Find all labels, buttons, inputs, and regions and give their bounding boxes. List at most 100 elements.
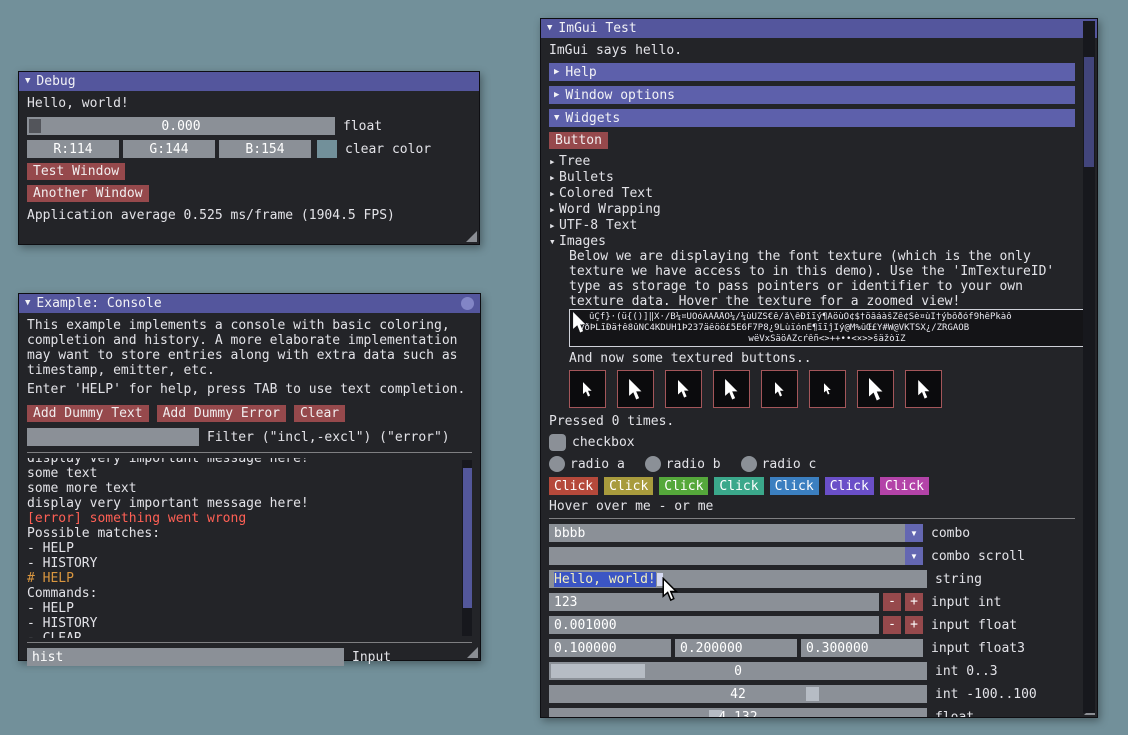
log-line: some text: [27, 466, 472, 481]
header-help[interactable]: ▶ Help: [549, 63, 1075, 81]
debug-titlebar[interactable]: ▼ Debug: [19, 72, 479, 91]
log-line: - HISTORY: [27, 616, 472, 631]
radio-c[interactable]: radio c: [741, 456, 817, 472]
int-slider-neg100-100[interactable]: 42: [549, 685, 927, 703]
combo-value-frame[interactable]: [549, 547, 905, 565]
textured-buttons-caption: And now some textured buttons..: [569, 351, 1075, 366]
click-button-7[interactable]: Click: [880, 477, 929, 495]
image-button[interactable]: [857, 370, 894, 408]
pressed-counter-text: Pressed 0 times.: [549, 414, 1075, 429]
float3-input-x[interactable]: 0.100000: [549, 639, 671, 657]
color-g-drag[interactable]: G:144: [123, 140, 215, 158]
log-line: Possible matches:: [27, 526, 472, 541]
click-button-2[interactable]: Click: [604, 477, 653, 495]
increment-button[interactable]: +: [905, 616, 923, 634]
collapse-arrow-icon[interactable]: ▼: [547, 24, 552, 33]
combo-value-frame[interactable]: bbbb: [549, 524, 905, 542]
scrollbar-grab[interactable]: [1084, 57, 1094, 167]
image-button[interactable]: [665, 370, 702, 408]
string-input[interactable]: Hello, world!: [549, 570, 927, 588]
resize-grip[interactable]: [466, 231, 477, 242]
log-line: Commands:: [27, 586, 472, 601]
test-titlebar[interactable]: ▼ ImGui Test: [541, 19, 1097, 38]
radio-b[interactable]: radio b: [645, 456, 721, 472]
demo-button[interactable]: Button: [549, 132, 608, 149]
another-window-button[interactable]: Another Window: [27, 185, 149, 202]
click-button-6[interactable]: Click: [825, 477, 874, 495]
close-button[interactable]: [461, 297, 474, 310]
header-window-options[interactable]: ▶ Window options: [549, 86, 1075, 104]
float-slider[interactable]: 0.000: [27, 117, 335, 135]
float-slider[interactable]: 4.132: [549, 708, 927, 717]
decrement-button[interactable]: -: [883, 616, 901, 634]
checkbox-row: checkbox: [549, 434, 1075, 451]
image-button[interactable]: [569, 370, 606, 408]
add-dummy-text-button[interactable]: Add Dummy Text: [27, 405, 149, 422]
image-button[interactable]: [713, 370, 750, 408]
cursor-glyph-icon: [775, 382, 784, 397]
radio-a[interactable]: radio a: [549, 456, 625, 472]
decrement-button[interactable]: -: [883, 593, 901, 611]
combo-arrow-button[interactable]: ▼: [905, 524, 923, 542]
resize-grip[interactable]: [467, 647, 478, 658]
window-title: Example: Console: [36, 296, 161, 311]
test-window-button[interactable]: Test Window: [27, 163, 125, 180]
image-button[interactable]: [905, 370, 942, 408]
combo-scroll-label: combo scroll: [931, 549, 1025, 564]
radio-circle[interactable]: [741, 456, 757, 472]
plus-icon: +: [910, 617, 918, 632]
int-slider-0-3[interactable]: 0: [549, 662, 927, 680]
tree-node-label: UTF-8 Text: [559, 218, 637, 233]
clear-button[interactable]: Clear: [294, 405, 345, 422]
tree-node-bullets[interactable]: ▸ Bullets: [549, 169, 1075, 185]
click-button-1[interactable]: Click: [549, 477, 598, 495]
image-button[interactable]: [809, 370, 846, 408]
tree-node-word-wrapping[interactable]: ▸ Word Wrapping: [549, 201, 1075, 217]
tree-node-images[interactable]: ▾ Images: [549, 233, 1075, 249]
console-titlebar[interactable]: ▼ Example: Console: [19, 294, 480, 313]
tree-node-colored-text[interactable]: ▸ Colored Text: [549, 185, 1075, 201]
radio-circle[interactable]: [549, 456, 565, 472]
console-log-region[interactable]: display very important message here! som…: [27, 458, 472, 638]
click-button-4[interactable]: Click: [714, 477, 763, 495]
hover-over-me-text[interactable]: Hover over me - or me: [549, 499, 1075, 514]
header-widgets[interactable]: ▼ Widgets: [549, 109, 1075, 127]
textured-buttons-row: [569, 370, 1075, 408]
collapse-arrow-icon[interactable]: ▼: [25, 77, 30, 86]
scrollbar-grab[interactable]: [463, 468, 472, 608]
color-r-drag[interactable]: R:114: [27, 140, 119, 158]
float-input[interactable]: 0.001000: [549, 616, 879, 634]
increment-button[interactable]: +: [905, 593, 923, 611]
add-dummy-error-button[interactable]: Add Dummy Error: [157, 405, 286, 422]
radio-circle[interactable]: [645, 456, 661, 472]
filter-input[interactable]: [27, 428, 199, 446]
checkbox[interactable]: [549, 434, 566, 451]
float3-input-y[interactable]: 0.200000: [675, 639, 797, 657]
intro-line: may want to store entries along with ext…: [27, 348, 472, 363]
combo[interactable]: bbbb ▼: [549, 524, 923, 542]
scrollbar-track[interactable]: [1083, 21, 1095, 713]
clear-color-swatch[interactable]: [317, 140, 337, 158]
image-button[interactable]: [761, 370, 798, 408]
combo-row: bbbb ▼ combo: [549, 524, 1075, 542]
click-button-3[interactable]: Click: [659, 477, 708, 495]
debug-window: ▼ Debug Hello, world! 0.000 float R:114 …: [18, 71, 480, 245]
click-button-5[interactable]: Click: [770, 477, 819, 495]
combo-arrow-button[interactable]: ▼: [905, 547, 923, 565]
tree-node-tree[interactable]: ▸ Tree: [549, 153, 1075, 169]
console-content: This example implements a console with b…: [19, 313, 480, 676]
images-text: type as storage to pass pointers or iden…: [569, 279, 1075, 294]
combo-scroll[interactable]: ▼: [549, 547, 923, 565]
color-b-drag[interactable]: B:154: [219, 140, 311, 158]
command-input[interactable]: [27, 648, 344, 666]
minus-icon: -: [888, 594, 896, 609]
font-texture-image[interactable]: ûÇf}·(ü{()]‖X·/B¼¤ÙÒóÂĂÅÅÒ¼/¼ùÙŽŠ€ê/å\êÐ…: [569, 309, 1085, 347]
scrollbar-track[interactable]: [462, 460, 472, 636]
text-selection: Hello, world!: [554, 572, 656, 587]
int-input[interactable]: 123: [549, 593, 879, 611]
collapse-arrow-icon[interactable]: ▼: [25, 299, 30, 308]
string-label: string: [935, 572, 982, 587]
image-button[interactable]: [617, 370, 654, 408]
float3-input-z[interactable]: 0.300000: [801, 639, 923, 657]
tree-node-utf8-text[interactable]: ▸ UTF-8 Text: [549, 217, 1075, 233]
